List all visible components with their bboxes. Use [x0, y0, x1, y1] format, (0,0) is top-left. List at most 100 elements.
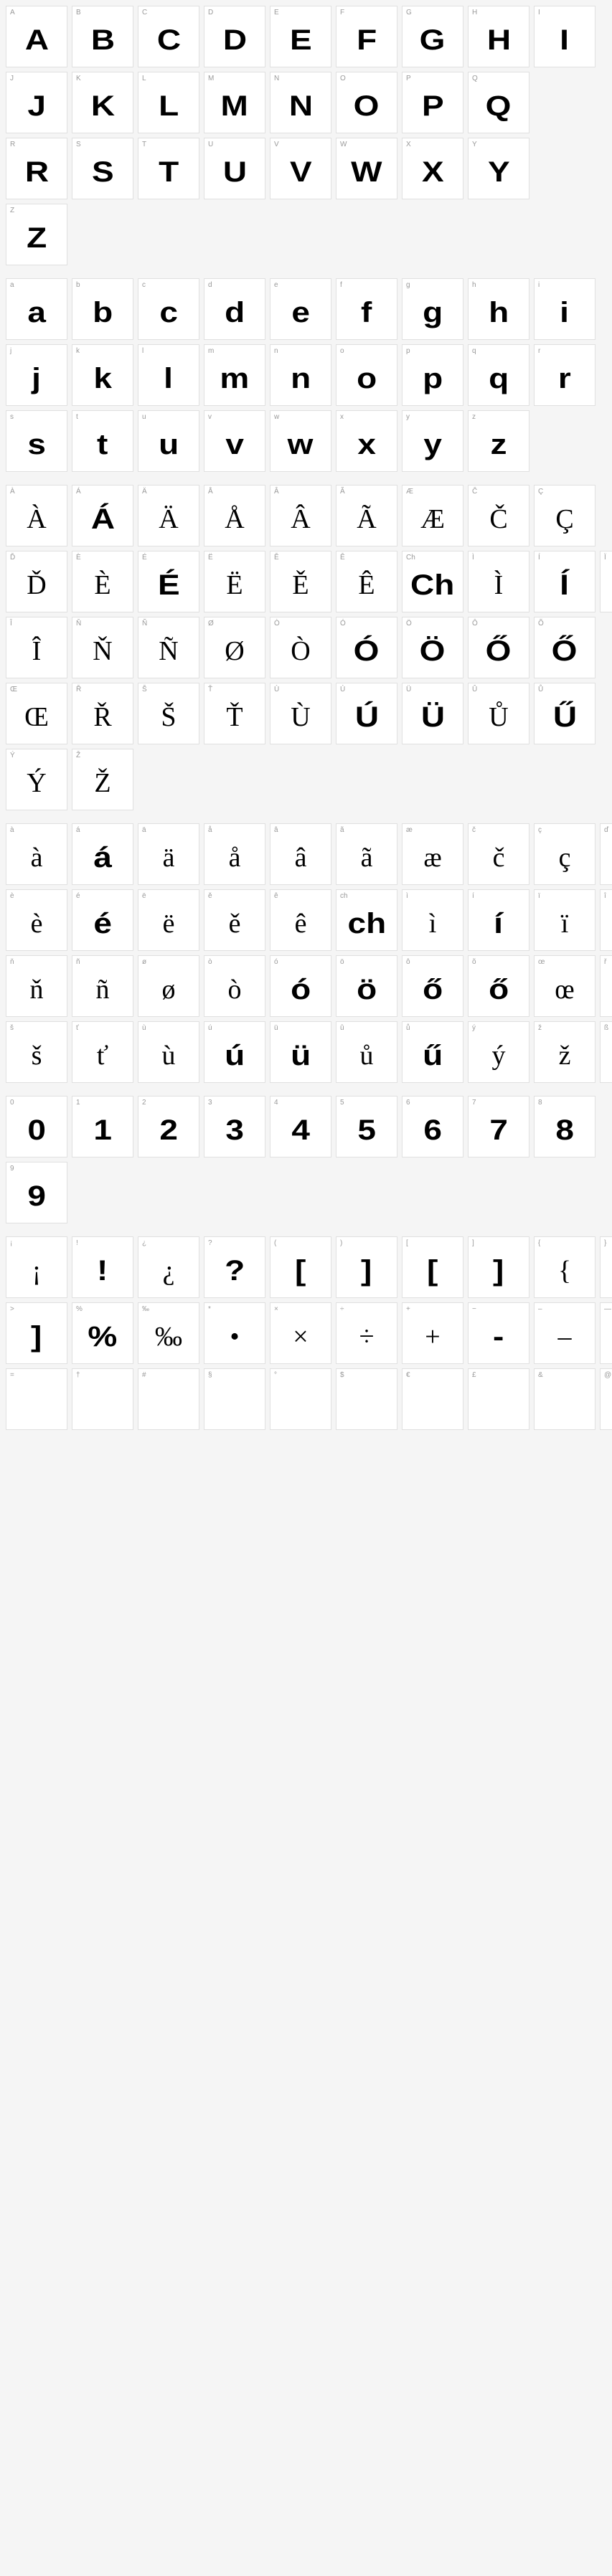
glyph-cell[interactable]: NN	[270, 72, 331, 133]
glyph-cell[interactable]: àà	[6, 823, 67, 885]
glyph-cell[interactable]: HH	[468, 6, 529, 67]
glyph-cell[interactable]: ÚÚ	[336, 683, 397, 744]
glyph-cell[interactable]: ÅÅ	[204, 485, 265, 546]
glyph-cell[interactable]: aa	[6, 278, 67, 340]
glyph-cell[interactable]: WW	[336, 138, 397, 199]
glyph-cell[interactable]: oo	[336, 344, 397, 406]
glyph-cell[interactable]: ìì	[402, 889, 463, 951]
glyph-cell[interactable]: ]]	[468, 1236, 529, 1298]
glyph-cell[interactable]: ČČ	[468, 485, 529, 546]
glyph-cell[interactable]: éé	[72, 889, 133, 951]
glyph-cell[interactable]: nn	[270, 344, 331, 406]
glyph-cell[interactable]: ÷÷	[336, 1302, 397, 1364]
glyph-cell[interactable]: ŤŤ	[204, 683, 265, 744]
glyph-cell[interactable]: ää	[138, 823, 199, 885]
glyph-cell[interactable]: ŒŒ	[6, 683, 67, 744]
glyph-cell[interactable]: ——	[600, 1302, 612, 1364]
glyph-cell[interactable]: )]	[336, 1236, 397, 1298]
glyph-cell[interactable]: îî	[600, 889, 612, 951]
glyph-cell[interactable]: hh	[468, 278, 529, 340]
glyph-cell[interactable]: ôő	[402, 955, 463, 1017]
glyph-cell[interactable]: *•	[204, 1302, 265, 1364]
glyph-cell[interactable]: 00	[6, 1096, 67, 1157]
glyph-cell[interactable]: >]	[6, 1302, 67, 1364]
glyph-cell[interactable]: CC	[138, 6, 199, 67]
glyph-cell[interactable]: ÛŮ	[468, 683, 529, 744]
glyph-cell[interactable]: #	[138, 1368, 199, 1430]
glyph-cell[interactable]: JJ	[6, 72, 67, 133]
glyph-cell[interactable]: FF	[336, 6, 397, 67]
glyph-cell[interactable]: ññ	[72, 955, 133, 1017]
glyph-cell[interactable]: áá	[72, 823, 133, 885]
glyph-cell[interactable]: ¡¡	[6, 1236, 67, 1298]
glyph-cell[interactable]: [[	[402, 1236, 463, 1298]
glyph-cell[interactable]: €	[402, 1368, 463, 1430]
glyph-cell[interactable]: XX	[402, 138, 463, 199]
glyph-cell[interactable]: chch	[336, 889, 397, 951]
glyph-cell[interactable]: íí	[468, 889, 529, 951]
glyph-cell[interactable]: tt	[72, 410, 133, 472]
glyph-cell[interactable]: ÖÖ	[402, 617, 463, 678]
glyph-cell[interactable]: %%	[72, 1302, 133, 1364]
glyph-cell[interactable]: ÃÃ	[336, 485, 397, 546]
glyph-cell[interactable]: rr	[534, 344, 595, 406]
glyph-cell[interactable]: çç	[534, 823, 595, 885]
glyph-cell[interactable]: ÎÎ	[6, 617, 67, 678]
glyph-cell[interactable]: üü	[270, 1021, 331, 1083]
glyph-cell[interactable]: gg	[402, 278, 463, 340]
glyph-cell[interactable]: ÕŐ	[534, 617, 595, 678]
glyph-cell[interactable]: ¿¿	[138, 1236, 199, 1298]
glyph-cell[interactable]: åå	[204, 823, 265, 885]
glyph-cell[interactable]: pp	[402, 344, 463, 406]
glyph-cell[interactable]: øø	[138, 955, 199, 1017]
glyph-cell[interactable]: {{	[534, 1236, 595, 1298]
glyph-cell[interactable]: ïï	[534, 889, 595, 951]
glyph-cell[interactable]: LL	[138, 72, 199, 133]
glyph-cell[interactable]: ùù	[138, 1021, 199, 1083]
glyph-cell[interactable]: UU	[204, 138, 265, 199]
glyph-cell[interactable]: ØØ	[204, 617, 265, 678]
glyph-cell[interactable]: cc	[138, 278, 199, 340]
glyph-cell[interactable]: ÙÙ	[270, 683, 331, 744]
glyph-cell[interactable]: VV	[270, 138, 331, 199]
glyph-cell[interactable]: OO	[336, 72, 397, 133]
glyph-cell[interactable]: ýý	[468, 1021, 529, 1083]
glyph-cell[interactable]: zz	[468, 410, 529, 472]
glyph-cell[interactable]: BB	[72, 6, 133, 67]
glyph-cell[interactable]: ÒÒ	[270, 617, 331, 678]
glyph-cell[interactable]: II	[534, 6, 595, 67]
glyph-cell[interactable]: vv	[204, 410, 265, 472]
glyph-cell[interactable]: ÈÈ	[72, 551, 133, 612]
glyph-cell[interactable]: ––	[534, 1302, 595, 1364]
glyph-cell[interactable]: §	[204, 1368, 265, 1430]
glyph-cell[interactable]: œœ	[534, 955, 595, 1017]
glyph-cell[interactable]: ÏÏ	[600, 551, 612, 612]
glyph-cell[interactable]: ××	[270, 1302, 331, 1364]
glyph-cell[interactable]: jj	[6, 344, 67, 406]
glyph-cell[interactable]: ChCh	[402, 551, 463, 612]
glyph-cell[interactable]: YY	[468, 138, 529, 199]
glyph-cell[interactable]: 22	[138, 1096, 199, 1157]
glyph-cell[interactable]: ll	[138, 344, 199, 406]
glyph-cell[interactable]: ůű	[402, 1021, 463, 1083]
glyph-cell[interactable]: èè	[6, 889, 67, 951]
glyph-cell[interactable]: †	[72, 1368, 133, 1430]
glyph-cell[interactable]: AA	[6, 6, 67, 67]
glyph-cell[interactable]: ÍÍ	[534, 551, 595, 612]
glyph-cell[interactable]: 11	[72, 1096, 133, 1157]
glyph-cell[interactable]: ûů	[336, 1021, 397, 1083]
glyph-cell[interactable]: ÓÓ	[336, 617, 397, 678]
glyph-cell[interactable]: EE	[270, 6, 331, 67]
glyph-cell[interactable]: ßß	[600, 1021, 612, 1083]
glyph-cell[interactable]: yy	[402, 410, 463, 472]
glyph-cell[interactable]: DD	[204, 6, 265, 67]
glyph-cell[interactable]: £	[468, 1368, 529, 1430]
glyph-cell[interactable]: ŮŰ	[534, 683, 595, 744]
glyph-cell[interactable]: ‰‰	[138, 1302, 199, 1364]
glyph-cell[interactable]: ŇŇ	[72, 617, 133, 678]
glyph-cell[interactable]: kk	[72, 344, 133, 406]
glyph-cell[interactable]: ÊÊ	[336, 551, 397, 612]
glyph-cell[interactable]: ++	[402, 1302, 463, 1364]
glyph-cell[interactable]: uu	[138, 410, 199, 472]
glyph-cell[interactable]: ĚĚ	[270, 551, 331, 612]
